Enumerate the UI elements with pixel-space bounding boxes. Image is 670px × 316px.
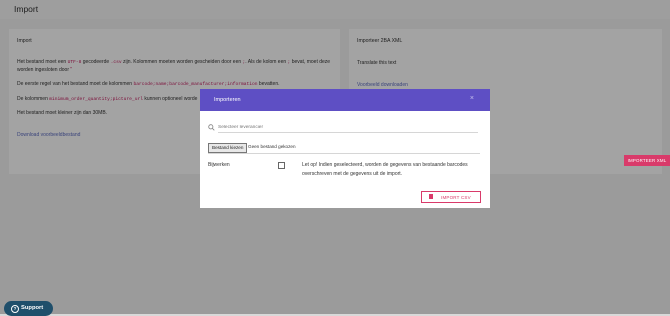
update-warning: Let op! Indien geselecteerd, worden de g… (302, 162, 468, 177)
question-icon: ? (11, 305, 19, 313)
modal-header: Importeren × (200, 89, 490, 111)
file-status: Geen bestand gekozen (248, 144, 296, 149)
close-icon[interactable]: × (470, 95, 474, 102)
supplier-search-input[interactable] (218, 123, 478, 133)
file-icon (429, 194, 433, 199)
update-checkbox[interactable] (278, 162, 285, 169)
support-label: Support (21, 305, 44, 311)
choose-file-button[interactable]: Bestand kiezen (208, 143, 248, 153)
import-modal: Importeren × Bestand kiezen Geen bestand… (200, 89, 490, 208)
import-csv-button[interactable]: IMPORT CSV (421, 191, 481, 203)
import-csv-label: IMPORT CSV (441, 194, 471, 200)
search-icon (208, 124, 215, 131)
file-input[interactable]: Bestand kiezen Geen bestand gekozen (208, 143, 480, 154)
import-xml-button[interactable]: IMPORTEER XML (624, 155, 670, 166)
modal-title: Importeren (214, 97, 241, 103)
update-label: Bijwerken (208, 162, 230, 168)
